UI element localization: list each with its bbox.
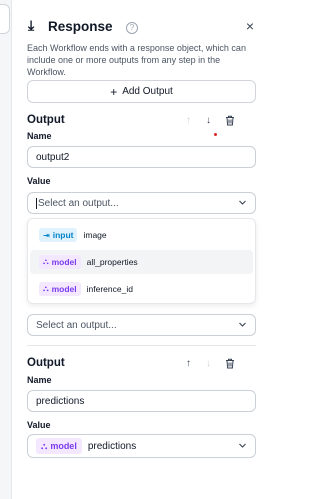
output-1-title: Output [27,114,65,126]
input-icon: ⇥ [43,230,50,240]
move-down-icon[interactable]: ↓ [206,116,211,126]
move-down-icon[interactable]: ↓ [206,359,211,369]
option-input-image[interactable]: ⇥ input image [30,223,253,247]
selected-value: predictions [87,440,137,452]
plus-icon: + [110,84,118,99]
option-value: all_properties [86,257,138,267]
name-input[interactable]: output2 [27,146,256,168]
left-panel-edge [0,0,12,499]
input-tag: ⇥ input [39,228,78,242]
trash-icon[interactable] [225,358,235,372]
panel-title: Response [48,19,113,34]
chevron-down-icon [238,441,247,452]
move-up-icon[interactable]: ↑ [186,359,191,369]
name-label: Name [27,131,52,141]
panel-header: ⤓ Response ? × [26,16,254,40]
model-icon: ⛬ [43,284,49,293]
add-output-label: Add Output [122,86,173,97]
chevron-down-icon [238,320,247,331]
second-value-select[interactable]: Select an output... [27,314,256,336]
response-panel: ⤓ Response ? × Each Workflow ends with a… [18,0,256,499]
model-icon: ⛬ [43,257,49,266]
value-select-placeholder: Select an output... [38,197,119,209]
option-model-all-properties[interactable]: ⛬ model all_properties [30,250,253,274]
help-icon[interactable]: ? [126,22,138,34]
section-divider [27,345,256,346]
collapsed-panel-tab[interactable] [0,4,10,34]
value-select[interactable]: ⛬ model predictions [27,434,256,458]
model-tag: ⛬ model [39,255,81,269]
panel-description: Each Workflow ends with a response objec… [27,43,246,77]
model-tag: ⛬ model [36,438,82,454]
value-label: Value [27,176,51,186]
name-input[interactable]: predictions [27,390,256,412]
arrow-down-to-line-icon: ⤓ [28,17,35,33]
output-2-title: Output [27,357,65,369]
add-output-button[interactable]: + Add Output [27,80,256,103]
move-up-icon[interactable]: ↑ [186,116,191,126]
value-dropdown: ⇥ input image ⛬ model all_properties ⛬ m… [27,218,256,304]
close-icon[interactable]: × [246,18,254,34]
text-caret [36,197,37,209]
chevron-down-icon [238,198,247,209]
option-value: inference_id [86,284,133,294]
status-dot [214,133,217,136]
model-tag: ⛬ model [39,282,81,296]
name-label: Name [27,375,52,385]
option-value: image [83,230,107,240]
model-icon: ⛬ [41,440,48,451]
value-select[interactable]: Select an output... [27,192,256,214]
second-select-placeholder: Select an output... [36,319,117,331]
value-label: Value [27,420,51,430]
option-model-inference-id[interactable]: ⛬ model inference_id [30,277,253,301]
trash-icon[interactable] [225,115,235,129]
